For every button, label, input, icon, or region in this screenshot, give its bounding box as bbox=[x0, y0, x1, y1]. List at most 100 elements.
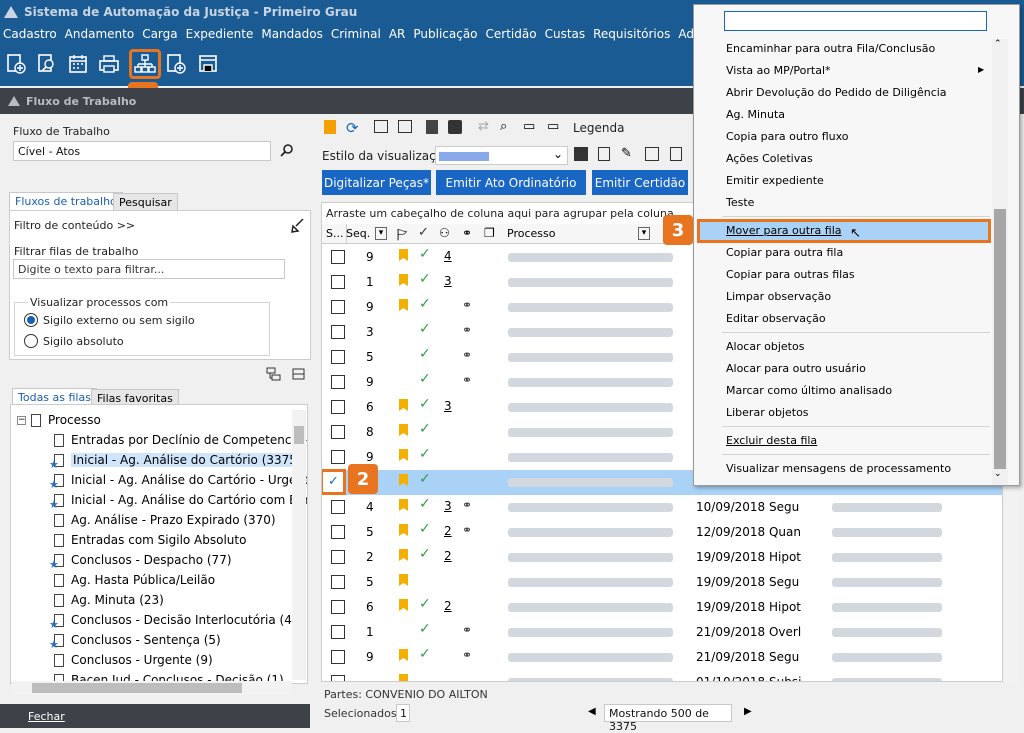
tree-item[interactable]: Conclusos - Despacho (77) bbox=[49, 550, 232, 571]
menu-andamento[interactable]: Andamento bbox=[65, 27, 135, 41]
table-row[interactable]: 6 ✓ 2 19/09/2018 Hipot bbox=[322, 595, 1002, 620]
table-row[interactable]: 1 ✓ ⚭ 21/09/2018 Overl bbox=[322, 620, 1002, 645]
tab-pesquisar[interactable]: Pesquisar bbox=[113, 193, 178, 211]
column-seq[interactable]: Seq. bbox=[346, 227, 370, 240]
row-count[interactable]: 2 bbox=[444, 549, 452, 563]
row-checkbox[interactable] bbox=[331, 250, 345, 264]
bookmark-icon[interactable] bbox=[324, 120, 336, 134]
copy-window-icon[interactable] bbox=[398, 120, 412, 133]
queue-filter-input[interactable]: Digite o texto para filtrar... bbox=[13, 259, 285, 279]
add-document-icon[interactable] bbox=[164, 52, 188, 76]
workflow-icon[interactable] bbox=[129, 49, 161, 79]
menu-ag-minuta[interactable]: Ag. Minuta bbox=[726, 108, 785, 121]
row-checkbox[interactable] bbox=[331, 450, 345, 464]
menu-editar-observacao[interactable]: Editar observação bbox=[726, 312, 826, 325]
link-icon[interactable]: ⚭ bbox=[462, 623, 472, 637]
radio-sigilo-absoluto[interactable] bbox=[24, 334, 38, 348]
tree-vertical-scrollbar[interactable] bbox=[292, 410, 306, 680]
table-row[interactable]: 5 ✓ 2 ⚭ 12/09/2018 Quan bbox=[322, 520, 1002, 545]
row-checkbox[interactable] bbox=[331, 500, 345, 514]
menu-acoes-coletivas[interactable]: Ações Coletivas bbox=[726, 152, 813, 165]
search-icon[interactable] bbox=[280, 143, 294, 160]
tree-item[interactable]: Ag. Minuta (23) bbox=[54, 590, 164, 610]
menu-certidao[interactable]: Certidão bbox=[486, 27, 537, 41]
row-checkbox[interactable] bbox=[331, 300, 345, 314]
row-count[interactable]: 2 bbox=[444, 599, 452, 613]
link-icon[interactable]: ⚭ bbox=[462, 323, 472, 337]
menu-copiar-fila[interactable]: Copiar para outra fila bbox=[726, 246, 843, 259]
search-process-icon[interactable] bbox=[35, 52, 59, 76]
digitalizar-pecas-button[interactable]: Digitalizar Peças* bbox=[322, 170, 431, 195]
row-checkbox[interactable] bbox=[331, 600, 345, 614]
close-button[interactable]: Fechar bbox=[0, 704, 310, 728]
transfer-icon[interactable]: ⇄ bbox=[478, 119, 489, 134]
context-menu-search[interactable] bbox=[724, 11, 987, 31]
menu-criminal[interactable]: Criminal bbox=[331, 27, 381, 41]
menu-encaminhar[interactable]: Encaminhar para outra Fila/Conclusão bbox=[726, 42, 935, 55]
tab-fluxos-trabalho[interactable]: Fluxos de trabalho bbox=[9, 192, 123, 210]
window-icon[interactable] bbox=[374, 120, 388, 133]
row-count[interactable]: 3 bbox=[444, 274, 452, 288]
delete-view-icon[interactable] bbox=[598, 147, 610, 161]
menu-teste[interactable]: Teste bbox=[726, 196, 754, 209]
tree-item[interactable]: Entradas por Declínio de Competencia - T bbox=[54, 430, 307, 450]
row-checkbox[interactable] bbox=[331, 350, 345, 364]
link-icon[interactable]: ⚭ bbox=[462, 348, 472, 362]
row-checkbox[interactable] bbox=[331, 525, 345, 539]
link-icon[interactable]: ⚭ bbox=[462, 523, 472, 537]
table-row[interactable]: 01/10/2018 Subsi bbox=[322, 670, 1002, 681]
menu-cadastro[interactable]: Cadastro bbox=[3, 27, 57, 41]
row-checkbox[interactable] bbox=[331, 575, 345, 589]
scroll-down-icon[interactable]: ⌄ bbox=[994, 469, 1002, 479]
menu-custas[interactable]: Custas bbox=[545, 27, 586, 41]
menu-expediente[interactable]: Expediente bbox=[186, 27, 254, 41]
menu-copia-fluxo[interactable]: Copia para outro fluxo bbox=[726, 130, 849, 143]
menu-copiar-filas[interactable]: Copiar para outras filas bbox=[726, 268, 855, 281]
row-checkbox[interactable] bbox=[331, 325, 345, 339]
row-count[interactable]: 4 bbox=[444, 249, 452, 263]
emitir-certidao-button[interactable]: Emitir Certidão bbox=[592, 170, 688, 195]
document-view-icon[interactable] bbox=[670, 147, 682, 161]
column-processo[interactable]: Processo bbox=[507, 227, 555, 240]
row-checkbox[interactable]: ✓ bbox=[322, 469, 346, 495]
tree-item[interactable]: Inicial - Ag. Análise do Cartório - Urge… bbox=[49, 470, 307, 491]
link-column-icon[interactable]: ⚭ bbox=[462, 226, 472, 240]
tree-item[interactable]: Ag. Hasta Pública/Leilão bbox=[54, 570, 215, 590]
row-checkbox[interactable] bbox=[331, 550, 345, 564]
menu-mandados[interactable]: Mandados bbox=[261, 27, 323, 41]
zoom-icon[interactable]: ⌕ bbox=[500, 119, 507, 134]
row-checkbox[interactable] bbox=[331, 275, 345, 289]
filter-icon[interactable]: ▾ bbox=[375, 227, 387, 240]
row-checkbox[interactable] bbox=[331, 650, 345, 664]
link-icon[interactable]: ⚭ bbox=[462, 373, 472, 387]
next-page-icon[interactable]: ▶ bbox=[744, 706, 752, 717]
tree-item[interactable]: Entradas com Sigilo Absoluto bbox=[54, 530, 246, 550]
calendar-icon[interactable] bbox=[66, 52, 90, 76]
menu-carga[interactable]: Carga bbox=[142, 27, 177, 41]
tree-item-selected[interactable]: Inicial - Ag. Análise do Cartório (3375) bbox=[49, 450, 304, 471]
menu-limpar-observacao[interactable]: Limpar observação bbox=[726, 290, 831, 303]
comment-icon[interactable]: ▭ bbox=[523, 119, 535, 134]
tree-expand-icon[interactable] bbox=[266, 366, 282, 385]
previous-page-icon[interactable]: ◀ bbox=[588, 706, 596, 717]
menu-emitir-expediente[interactable]: Emitir expediente bbox=[726, 174, 824, 187]
check-column-icon[interactable]: ✓ bbox=[418, 225, 429, 240]
menu-mover-fila[interactable]: Mover para outra fila bbox=[726, 224, 842, 237]
menu-publicacao[interactable]: Publicação bbox=[413, 27, 477, 41]
comments-icon[interactable]: ▭ bbox=[547, 119, 559, 134]
column-s[interactable]: S... bbox=[326, 227, 343, 240]
flow-select[interactable]: Cível - Atos bbox=[13, 141, 271, 161]
scroll-up-icon[interactable]: ⌃ bbox=[994, 39, 1002, 49]
menu-alocar-usuario[interactable]: Alocar para outro usuário bbox=[726, 362, 866, 375]
menu-ar[interactable]: AR bbox=[389, 27, 406, 41]
row-count[interactable]: 3 bbox=[444, 399, 452, 413]
row-checkbox[interactable] bbox=[331, 425, 345, 439]
refresh-icon[interactable]: ⟳ bbox=[346, 119, 359, 137]
row-checkbox[interactable] bbox=[331, 675, 345, 681]
menu-excluir-fila[interactable]: Excluir desta fila bbox=[726, 434, 817, 447]
archive-icon[interactable] bbox=[196, 52, 220, 76]
row-checkbox[interactable] bbox=[331, 375, 345, 389]
copy-column-icon[interactable]: ❐ bbox=[484, 226, 495, 240]
content-filter-toggle[interactable]: Filtro de conteúdo >> bbox=[14, 219, 135, 232]
menu-alocar-objetos[interactable]: Alocar objetos bbox=[726, 340, 804, 353]
